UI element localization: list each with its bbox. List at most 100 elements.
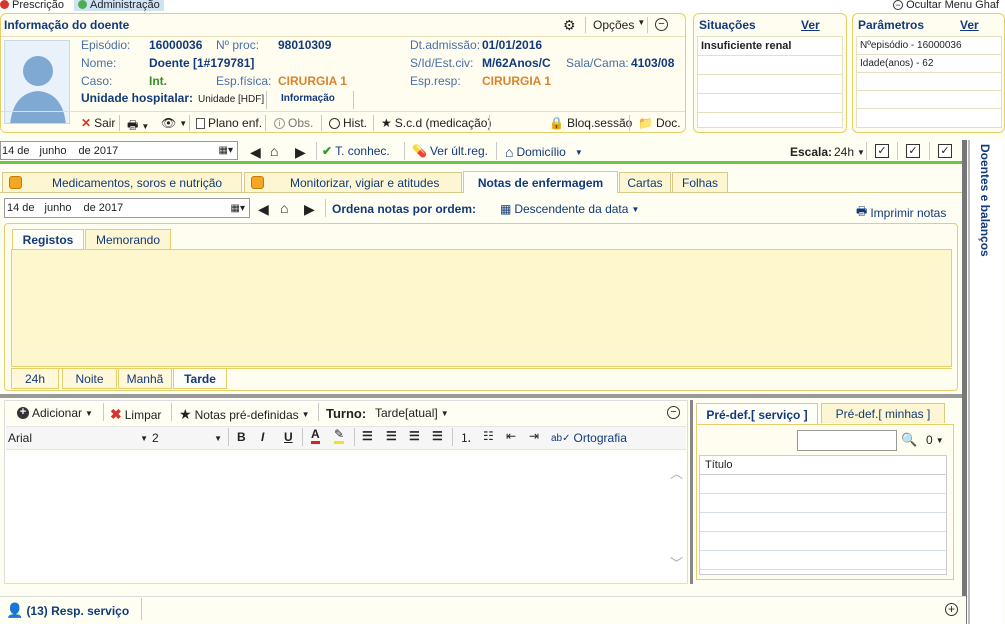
- date-picker[interactable]: 14 de junho de 2017 ▦▾: [0, 141, 238, 160]
- info-icon: i: [274, 117, 285, 129]
- side-tab-doentes[interactable]: Doentes e balanços: [968, 140, 1001, 624]
- parametro-item[interactable]: Nºepisódio - 16000036: [857, 37, 1001, 55]
- checkbox-2[interactable]: ✓: [906, 144, 920, 158]
- tab-notas[interactable]: Notas de enfermagem: [463, 171, 618, 193]
- collapse-editor-icon[interactable]: −: [667, 406, 680, 419]
- resp-servico-button[interactable]: 👤 (13) Resp. serviço: [6, 602, 129, 619]
- informacao-link[interactable]: Informação: [281, 93, 335, 104]
- underline-button[interactable]: U: [284, 430, 293, 444]
- notes-prev-button[interactable]: ◀: [258, 201, 269, 218]
- highlight-button[interactable]: ✎: [334, 427, 345, 444]
- notes-home-icon[interactable]: ⌂: [280, 200, 288, 216]
- sala-value: 4103/08: [631, 56, 675, 70]
- search-icon[interactable]: 🔍: [901, 432, 917, 448]
- bold-button[interactable]: B: [237, 430, 246, 444]
- print-menu-button[interactable]: 🖶 ▼: [127, 116, 149, 137]
- printer-icon: 🖶: [127, 118, 139, 132]
- situacoes-ver-link[interactable]: Ver: [801, 18, 820, 32]
- col-title[interactable]: Título: [700, 456, 946, 475]
- scroll-down-icon[interactable]: ﹀: [670, 553, 683, 572]
- next-day-button[interactable]: ▶: [295, 144, 306, 161]
- align-right-button[interactable]: ☰: [409, 429, 420, 443]
- scroll-up-icon[interactable]: ︿: [670, 463, 683, 482]
- bullet-list-button[interactable]: ☷: [483, 429, 494, 443]
- collapse-icon[interactable]: −: [655, 18, 668, 31]
- outdent-button[interactable]: ⇤: [506, 429, 516, 443]
- tab-monitorizar[interactable]: Monitorizar, vigiar e atitudes: [244, 172, 462, 192]
- tab-cartas[interactable]: Cartas: [619, 172, 671, 192]
- ortografia-button[interactable]: ab✓ Ortografia: [551, 431, 627, 445]
- tab-predef-minhas[interactable]: Pré-def.[ minhas ]: [821, 403, 945, 423]
- calendar-icon[interactable]: ▦▾: [219, 145, 233, 156]
- expand-icon[interactable]: +: [945, 603, 958, 616]
- adicionar-button[interactable]: + Adicionar ▼: [17, 406, 93, 420]
- shift-noite[interactable]: Noite: [62, 369, 117, 389]
- obs-button[interactable]: i Obs.: [274, 116, 313, 130]
- doc-button[interactable]: 📁 Doc.: [638, 116, 681, 130]
- bloq-button[interactable]: 🔒 Bloq.sessão: [549, 116, 632, 130]
- tab-prescricao[interactable]: Prescrição: [0, 0, 64, 11]
- options-button[interactable]: Opções ▼: [593, 18, 645, 32]
- shift-tarde[interactable]: Tarde: [173, 369, 227, 389]
- font-select[interactable]: Arial ▼: [8, 431, 148, 445]
- sair-button[interactable]: ✕ Sair: [81, 116, 115, 130]
- escala-select[interactable]: 24h ▼: [834, 145, 865, 159]
- italic-button[interactable]: I: [261, 430, 264, 444]
- tab-administracao[interactable]: Administração: [74, 0, 164, 11]
- parametro-item[interactable]: Idade(anos) - 62: [857, 55, 1001, 73]
- note-textarea[interactable]: [6, 452, 686, 580]
- subtab-registos[interactable]: Registos: [12, 229, 84, 249]
- domicilio-button[interactable]: ⌂ Domicílio ▼: [505, 144, 583, 160]
- plano-button[interactable]: Plano enf.: [196, 116, 262, 130]
- notes-date-picker[interactable]: 14 de junho de 2017 ▦▾: [4, 198, 250, 218]
- subtab-memorando[interactable]: Memorando: [85, 229, 171, 249]
- ordena-label: Ordena notas por ordem:: [332, 202, 477, 216]
- justify-button[interactable]: ☰: [432, 429, 443, 443]
- tab-medicamentos[interactable]: Medicamentos, soros e nutrição: [2, 172, 242, 192]
- turno-select[interactable]: Tarde[atual] ▼: [375, 406, 449, 420]
- situacao-item[interactable]: Insuficiente renal: [698, 37, 842, 56]
- numbered-list-button[interactable]: ⒈: [460, 429, 472, 446]
- checkbox-3[interactable]: ✓: [938, 144, 952, 158]
- situacoes-panel: Situações Ver Insuficiente renal: [693, 13, 847, 133]
- espresp-label: Esp.resp:: [410, 74, 461, 88]
- imprimir-button[interactable]: 🖶 Imprimir notas: [856, 202, 946, 223]
- parametros-title: Parâmetros: [858, 18, 925, 32]
- notas-pre-button[interactable]: ★ Notas pré-definidas ▼: [179, 406, 310, 423]
- scd-button[interactable]: ★ S.c.d (medicação): [381, 116, 491, 130]
- size-select[interactable]: 2 ▼: [152, 431, 222, 445]
- dtadm-label: Dt.admissão:: [410, 38, 481, 52]
- plus-circle-icon: +: [17, 407, 29, 419]
- ordem-select[interactable]: ▦ Descendente da data ▼: [500, 202, 639, 216]
- predef-search-input[interactable]: [797, 430, 897, 451]
- verult-button[interactable]: 💊 Ver últ.reg.: [412, 144, 488, 158]
- checkbox-1[interactable]: ✓: [875, 144, 889, 158]
- user-icon: 👤: [6, 602, 24, 618]
- splitter[interactable]: [0, 394, 962, 398]
- footer-bar: [0, 596, 966, 624]
- hist-button[interactable]: Hist.: [329, 116, 367, 130]
- tab-predef-servico[interactable]: Pré-def.[ serviço ]: [696, 403, 818, 425]
- limpar-button[interactable]: ✖ Limpar: [110, 406, 161, 423]
- shift-24h[interactable]: 24h: [11, 369, 59, 389]
- tab-folhas[interactable]: Folhas: [672, 172, 728, 192]
- hide-menu-button[interactable]: − Ocultar Menu Ghaf: [893, 0, 999, 11]
- folder-icon: 📁: [638, 116, 653, 130]
- notes-next-button[interactable]: ▶: [304, 201, 315, 218]
- align-left-button[interactable]: ☰: [362, 429, 373, 443]
- parametros-ver-link[interactable]: Ver: [960, 18, 979, 32]
- view-menu-button[interactable]: 👁 ▼: [161, 116, 187, 130]
- prev-day-button[interactable]: ◀: [250, 144, 261, 161]
- indent-button[interactable]: ⇥: [529, 429, 539, 443]
- registos-list[interactable]: [11, 249, 952, 367]
- align-center-button[interactable]: ☰: [386, 429, 397, 443]
- predef-count-select[interactable]: 0 ▼: [926, 433, 944, 447]
- gear-icon[interactable]: ⚙: [563, 17, 576, 34]
- sid-value: M/62Anos/C: [482, 56, 551, 70]
- home-icon[interactable]: ⌂: [270, 143, 278, 159]
- calendar-icon[interactable]: ▦▾: [231, 203, 245, 214]
- font-color-button[interactable]: A: [311, 427, 320, 444]
- shift-manha[interactable]: Manhã: [118, 369, 172, 389]
- tconhec-button[interactable]: ✔ T. conhec.: [322, 144, 390, 158]
- espfis-label: Esp.física:: [216, 74, 272, 88]
